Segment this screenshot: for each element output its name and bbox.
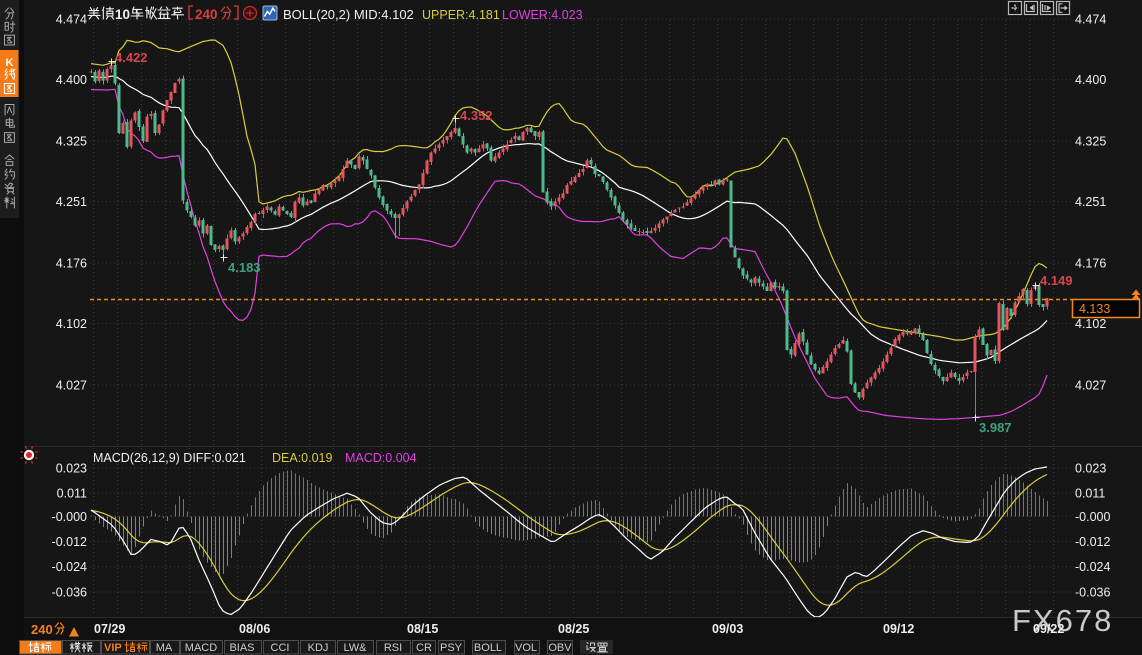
svg-text:MACD:0.004: MACD:0.004 — [345, 451, 417, 465]
svg-text:4.474: 4.474 — [1075, 13, 1106, 27]
svg-text:BOLL: BOLL — [474, 642, 502, 654]
svg-text:MA: MA — [156, 642, 173, 654]
svg-text:240: 240 — [31, 622, 53, 637]
svg-text:MACD: MACD — [185, 642, 217, 654]
svg-text:BOLL(20,2) MID:4.102: BOLL(20,2) MID:4.102 — [283, 7, 414, 22]
svg-text:240: 240 — [195, 7, 218, 22]
svg-text:4.102: 4.102 — [1075, 317, 1106, 331]
svg-text:3.987: 3.987 — [979, 420, 1012, 435]
svg-text:4.325: 4.325 — [56, 135, 87, 149]
svg-text:OBV: OBV — [548, 642, 572, 654]
svg-text:4.133: 4.133 — [1079, 302, 1110, 316]
svg-text:VIP: VIP — [104, 642, 122, 654]
svg-text:4.474: 4.474 — [56, 13, 87, 27]
svg-text:0.023: 0.023 — [56, 462, 87, 476]
svg-text:4.183: 4.183 — [228, 260, 261, 275]
svg-text:-0.000: -0.000 — [1075, 510, 1110, 524]
svg-text:-0.024: -0.024 — [1075, 560, 1110, 574]
svg-text:MACD(26,12,9) DIFF:0.021: MACD(26,12,9) DIFF:0.021 — [93, 451, 246, 465]
svg-text:LOWER:4.023: LOWER:4.023 — [502, 8, 583, 22]
svg-text:4.251: 4.251 — [1075, 195, 1106, 209]
svg-text:UPPER:4.181: UPPER:4.181 — [422, 8, 500, 22]
svg-text:4.176: 4.176 — [1075, 257, 1106, 271]
svg-text:08/25: 08/25 — [558, 622, 589, 636]
svg-text:4.400: 4.400 — [56, 73, 87, 87]
svg-text:4.352: 4.352 — [460, 108, 493, 123]
svg-text:KDJ: KDJ — [308, 642, 329, 654]
svg-text:09/03: 09/03 — [712, 622, 743, 636]
svg-text:RSI: RSI — [384, 642, 402, 654]
svg-text:4.251: 4.251 — [56, 195, 87, 209]
svg-text:-0.012: -0.012 — [52, 535, 87, 549]
svg-text:K: K — [6, 57, 14, 69]
svg-text:PSY: PSY — [440, 642, 463, 654]
svg-text:VOL: VOL — [515, 642, 537, 654]
svg-text:-0.000: -0.000 — [52, 510, 87, 524]
svg-text:4.102: 4.102 — [56, 317, 87, 331]
svg-text:4.422: 4.422 — [115, 50, 148, 65]
svg-text:09/12: 09/12 — [883, 622, 914, 636]
svg-text:-0.036: -0.036 — [52, 586, 87, 600]
svg-text:-0.036: -0.036 — [1075, 586, 1110, 600]
svg-text:4.027: 4.027 — [56, 379, 87, 393]
svg-text:4.400: 4.400 — [1075, 73, 1106, 87]
svg-text:0.011: 0.011 — [1075, 487, 1105, 501]
svg-text:4.176: 4.176 — [56, 257, 87, 271]
svg-text:-0.012: -0.012 — [1075, 535, 1110, 549]
svg-text:CCI: CCI — [271, 642, 290, 654]
svg-text:DEA:0.019: DEA:0.019 — [272, 451, 333, 465]
svg-text:10: 10 — [115, 7, 130, 22]
svg-text:BIAS: BIAS — [229, 642, 254, 654]
svg-text:4.027: 4.027 — [1075, 379, 1106, 393]
svg-text:08/06: 08/06 — [239, 622, 270, 636]
svg-text:09/22: 09/22 — [1033, 622, 1064, 636]
svg-text:4.325: 4.325 — [1075, 135, 1106, 149]
svg-text:08/15: 08/15 — [407, 622, 438, 636]
svg-text:0.011: 0.011 — [57, 487, 87, 501]
svg-text:CR: CR — [416, 642, 432, 654]
svg-text:-0.024: -0.024 — [52, 560, 87, 574]
svg-text:LW&: LW& — [343, 642, 367, 654]
svg-text:07/29: 07/29 — [94, 622, 125, 636]
svg-text:4.149: 4.149 — [1040, 273, 1073, 288]
svg-text:0.023: 0.023 — [1075, 462, 1106, 476]
